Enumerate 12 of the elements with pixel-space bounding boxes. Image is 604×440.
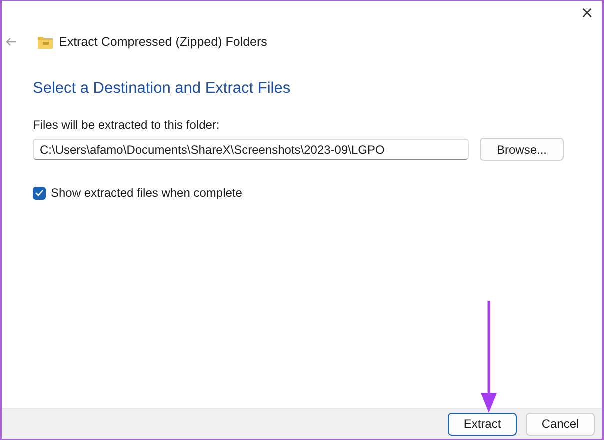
close-button[interactable]: × [572,1,602,23]
window-title: Extract Compressed (Zipped) Folders [59,35,268,49]
folder-icon [38,36,53,48]
page-heading: Select a Destination and Extract Files [33,80,292,98]
destination-field[interactable]: C:\Users\afamo\Documents\ShareX\Screenshots\2023-09\LGPO [33,139,469,160]
extract-button[interactable]: Extract [448,412,517,436]
checkbox[interactable] [33,186,46,200]
cancel-button[interactable]: Cancel [526,412,595,436]
field-label: Files will be extracted to this folder: [33,118,221,132]
back-arrow-icon[interactable] [5,37,17,47]
checkbox-label[interactable]: Show extracted files when complete [51,186,242,200]
browse-button[interactable]: Browse... [480,138,564,161]
